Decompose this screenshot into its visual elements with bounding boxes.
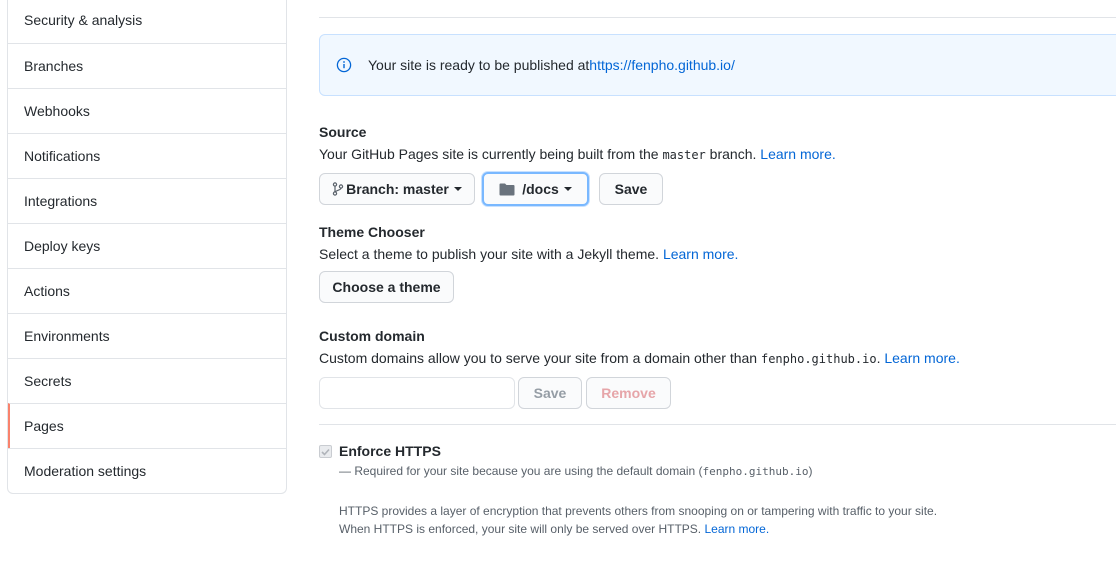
custom-domain-description: Custom domains allow you to serve your s…	[319, 350, 960, 366]
sidebar-item-actions[interactable]: Actions	[8, 268, 286, 313]
pages-settings-main: Your site is ready to be published at ht…	[319, 0, 1116, 573]
choose-theme-button[interactable]: Choose a theme	[319, 271, 454, 303]
publish-flash-banner: Your site is ready to be published at ht…	[319, 34, 1116, 96]
source-desc-text: Your GitHub Pages site is currently bein…	[319, 146, 663, 162]
source-title: Source	[319, 124, 367, 140]
section-divider	[319, 424, 1116, 425]
info-icon	[336, 57, 352, 73]
folder-select-button[interactable]: /docs	[482, 172, 589, 206]
custom-domain-learn-more-link[interactable]: Learn more.	[884, 350, 959, 366]
enforce-https-label: Enforce HTTPS	[339, 443, 441, 459]
https-required-note: — Required for your site because you are…	[339, 464, 813, 478]
https-note-domain: fenpho.github.io	[702, 465, 809, 478]
sidebar-item-notifications[interactable]: Notifications	[8, 133, 286, 178]
theme-desc-text: Select a theme to publish your site with…	[319, 246, 663, 262]
https-info-text: When HTTPS is enforced, your site will o…	[339, 522, 705, 536]
sidebar-item-integrations[interactable]: Integrations	[8, 178, 286, 223]
git-branch-icon	[332, 182, 344, 196]
custom-domain-save-button[interactable]: Save	[518, 377, 582, 409]
chevron-down-icon	[453, 187, 462, 191]
source-save-button[interactable]: Save	[599, 173, 663, 205]
custom-domain-title: Custom domain	[319, 328, 425, 344]
https-learn-more-link[interactable]: Learn more.	[704, 522, 769, 536]
enforce-https-checkbox[interactable]	[319, 445, 332, 458]
folder-select-label: /docs	[522, 181, 559, 197]
https-info-line-2: When HTTPS is enforced, your site will o…	[339, 522, 769, 536]
chevron-down-icon	[563, 187, 572, 191]
site-url-link[interactable]: https://fenpho.github.io/	[589, 57, 735, 73]
sidebar-item-security-analysis[interactable]: Security & analysis	[8, 0, 286, 43]
folder-icon	[499, 183, 515, 196]
sidebar-item-pages[interactable]: Pages	[8, 403, 286, 448]
sidebar-item-secrets[interactable]: Secrets	[8, 358, 286, 403]
flash-text: Your site is ready to be published at	[368, 57, 590, 73]
sidebar-item-branches[interactable]: Branches	[8, 43, 286, 88]
settings-sidebar: Security & analysis Branches Webhooks No…	[7, 0, 287, 494]
source-learn-more-link[interactable]: Learn more.	[760, 146, 835, 162]
https-info-line-1: HTTPS provides a layer of encryption tha…	[339, 504, 938, 518]
branch-select-button[interactable]: Branch: master	[319, 173, 475, 205]
top-divider	[319, 17, 1116, 18]
branch-select-label: Branch: master	[346, 181, 449, 197]
source-desc-after: branch.	[705, 146, 761, 162]
domain-code: fenpho.github.io	[760, 352, 877, 366]
custom-domain-input[interactable]	[319, 377, 515, 409]
https-note-after: )	[808, 464, 813, 478]
sidebar-item-environments[interactable]: Environments	[8, 313, 286, 358]
theme-chooser-title: Theme Chooser	[319, 224, 425, 240]
source-description: Your GitHub Pages site is currently bein…	[319, 146, 836, 162]
custom-domain-remove-button[interactable]: Remove	[586, 377, 671, 409]
checkmark-icon	[321, 448, 330, 456]
sidebar-item-webhooks[interactable]: Webhooks	[8, 88, 286, 133]
https-note-text: — Required for your site because you are…	[339, 464, 703, 478]
sidebar-item-deploy-keys[interactable]: Deploy keys	[8, 223, 286, 268]
sidebar-item-moderation-settings[interactable]: Moderation settings	[8, 448, 286, 493]
custom-domain-desc-text: Custom domains allow you to serve your s…	[319, 350, 761, 366]
theme-chooser-description: Select a theme to publish your site with…	[319, 246, 738, 262]
theme-learn-more-link[interactable]: Learn more.	[663, 246, 738, 262]
branch-code: master	[662, 148, 706, 162]
